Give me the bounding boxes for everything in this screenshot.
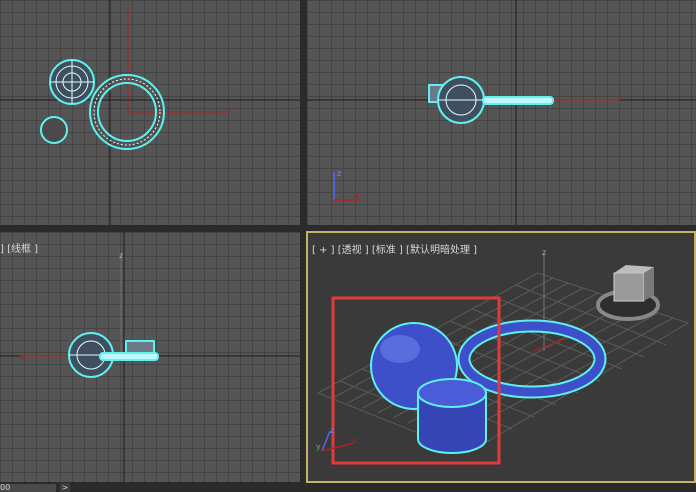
viewport-top-canvas: y x (0, 0, 300, 225)
svg-text:x: x (355, 191, 360, 200)
svg-text:z: z (330, 426, 334, 435)
viewport-top[interactable]: y x (0, 0, 300, 225)
viewport-left-canvas: x z (0, 232, 300, 482)
frame-field[interactable]: 00 (0, 484, 56, 492)
svg-text:y: y (316, 442, 321, 451)
axis-x-label-front: x (618, 91, 623, 100)
svg-text:z: z (542, 248, 546, 257)
viewcube[interactable] (596, 265, 660, 321)
svg-text:x: x (352, 436, 357, 445)
status-bar: 00 > (0, 483, 696, 492)
gizmo-front: z x (333, 169, 360, 201)
sphere-front-wire[interactable] (437, 76, 485, 124)
next-arrow-button[interactable]: > (60, 483, 70, 492)
axis-x-label: x (226, 103, 231, 112)
gizmo-persp: z x y (316, 426, 357, 452)
viewport-front[interactable]: x z x (307, 0, 696, 225)
viewport-front-canvas: x z x (307, 0, 696, 225)
torus-left-wire[interactable] (99, 352, 159, 361)
svg-text:x: x (20, 353, 25, 362)
svg-text:z: z (337, 169, 341, 178)
cylinder-top-wire[interactable] (40, 116, 68, 144)
sphere-top-wire[interactable] (49, 59, 95, 105)
viewport-perspective-canvas: z z x y (316, 248, 690, 465)
axis-y-label: y (126, 5, 131, 14)
svg-text:z: z (119, 251, 123, 260)
cylinder-persp[interactable] (417, 378, 487, 454)
viewport-perspective[interactable]: [ + ] [透视 ] [标准 ] [默认明暗处理 ] z z x y (306, 231, 696, 483)
viewport-left[interactable]: ] [线框 ] x z (0, 232, 300, 482)
torus-front-wire[interactable] (482, 96, 554, 105)
